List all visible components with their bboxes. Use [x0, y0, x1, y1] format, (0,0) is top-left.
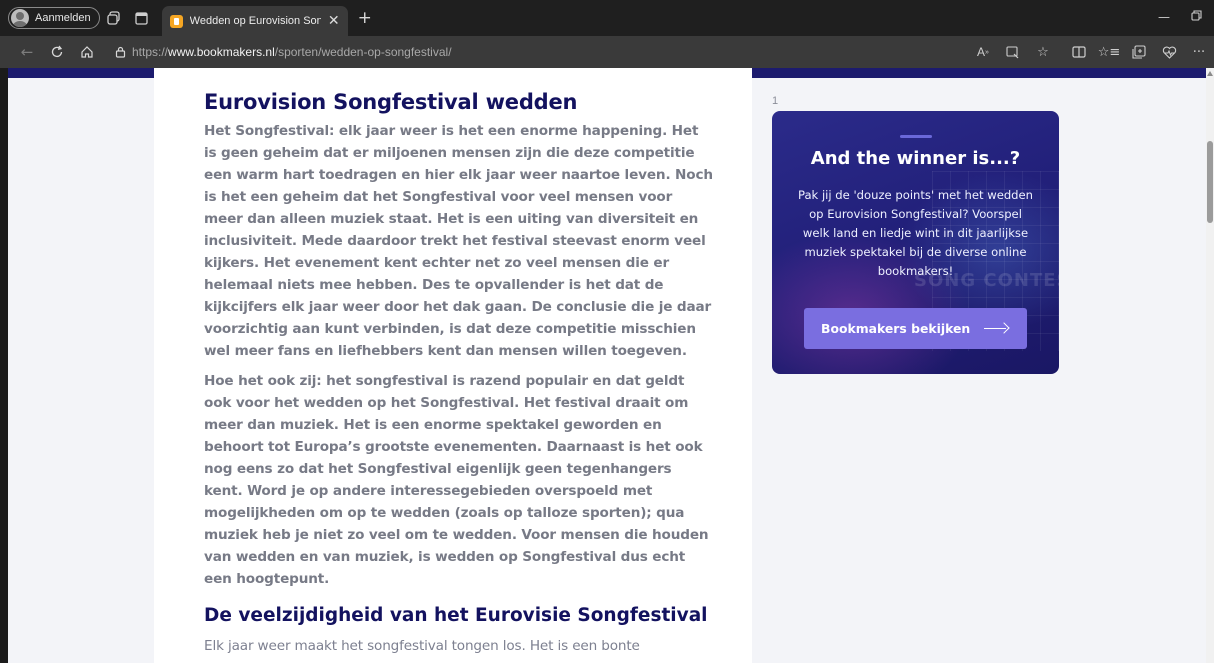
article-column: Eurovision Songfestival wedden Het Songf… — [154, 68, 752, 663]
avatar — [11, 9, 29, 27]
promo-accent-bar — [900, 135, 932, 138]
lock-icon[interactable] — [108, 46, 132, 58]
scrollbar-thumb[interactable] — [1207, 141, 1213, 223]
promo-title: And the winner is...? — [810, 148, 1021, 169]
bookmakers-button-label: Bookmakers bekijken — [821, 321, 971, 336]
page-left-edge — [0, 68, 8, 663]
scroll-up-icon[interactable] — [1207, 71, 1213, 76]
url-field[interactable]: https://www.bookmakers.nl/sporten/wedden… — [132, 45, 452, 59]
page-title: Eurovision Songfestival wedden — [204, 90, 578, 114]
refresh-icon[interactable] — [42, 38, 72, 66]
back-arrow-icon[interactable]: ← — [12, 38, 42, 66]
tab-actions-icon[interactable] — [128, 4, 156, 32]
article-content: Eurovision Songfestival wedden Het Songf… — [204, 90, 714, 657]
immersive-reader-icon[interactable] — [998, 45, 1028, 59]
minimize-icon[interactable]: — — [1158, 10, 1170, 24]
article-paragraph-1: Het Songfestival: elk jaar weer is het e… — [204, 123, 713, 359]
promo-text: Pak jij de 'douze points' met het wedden… — [797, 188, 1034, 278]
close-tab-icon[interactable]: ✕ — [328, 13, 340, 29]
restore-icon[interactable] — [1191, 10, 1202, 24]
address-toolbar: ← https://www.bookmakers.nl/sporten/wedd… — [0, 36, 1214, 68]
page-scrollbar[interactable] — [1206, 68, 1214, 663]
footnote-number: 1 — [772, 95, 779, 107]
article-paragraph-3: Elk jaar weer maakt het songfestival ton… — [204, 638, 640, 654]
browser-essentials-icon[interactable] — [1154, 46, 1184, 59]
article-paragraph-2: Hoe het ook zij: het songfestival is raz… — [204, 373, 709, 587]
tab-title: Wedden op Eurovision Songfesti — [189, 15, 321, 27]
active-tab[interactable]: Wedden op Eurovision Songfesti ✕ — [161, 6, 348, 36]
read-aloud-icon[interactable]: A» — [968, 45, 998, 59]
bookmakers-button[interactable]: Bookmakers bekijken — [804, 308, 1027, 349]
song-contest-watermark: SONG CONTEST — [914, 270, 1059, 291]
promo-card: And the winner is...? Pak jij de 'douze … — [772, 111, 1059, 374]
arrow-right-icon — [984, 323, 1010, 335]
tab-strip: Aanmelden Wedden op Eurovision Songfesti… — [0, 0, 1214, 36]
workspaces-icon[interactable] — [100, 4, 128, 32]
split-screen-icon[interactable] — [1064, 46, 1094, 58]
toolbar-right: A» ☆ ☆≡ ··· — [968, 36, 1214, 68]
url-path: /sporten/wedden-op-songfestival/ — [274, 45, 452, 59]
profile-button[interactable]: Aanmelden — [8, 7, 100, 29]
collections-icon[interactable] — [1124, 45, 1154, 59]
section-heading: De veelzijdigheid van het Eurovisie Song… — [204, 605, 708, 626]
home-icon[interactable] — [72, 38, 102, 66]
bookmakers-favicon-icon — [169, 14, 183, 28]
url-host: www.bookmakers.nl — [168, 45, 275, 59]
more-icon[interactable]: ··· — [1184, 45, 1214, 60]
url-prefix: https:// — [132, 45, 169, 59]
star-icon[interactable]: ☆ — [1028, 45, 1058, 60]
favorites-icon[interactable]: ☆≡ — [1094, 45, 1124, 60]
new-tab-icon[interactable]: + — [358, 8, 372, 28]
profile-label: Aanmelden — [35, 12, 91, 24]
web-page: Eurovision Songfestival wedden Het Songf… — [0, 68, 1214, 663]
